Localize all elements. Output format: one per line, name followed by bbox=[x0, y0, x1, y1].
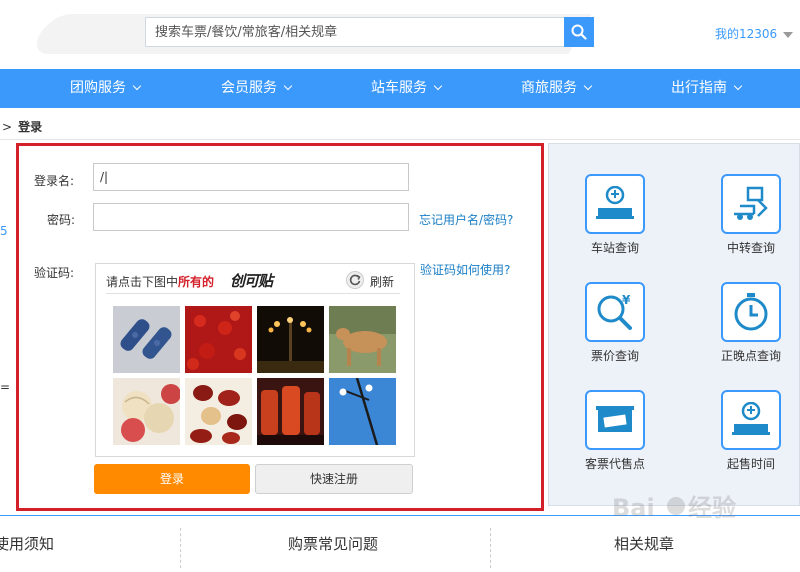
captcha-tile-street-lamp-sky[interactable] bbox=[329, 378, 396, 445]
service-label: 车站查询 bbox=[590, 241, 639, 255]
password-field[interactable] bbox=[93, 203, 409, 231]
captcha-box: 请点击下图中所有的 创可贴 刷新 bbox=[95, 263, 415, 457]
transfer-icon bbox=[721, 174, 781, 234]
footer-separator bbox=[490, 528, 491, 568]
main-nav: 团购服务 会员服务 站车服务 商旅服务 出行指南 bbox=[0, 69, 800, 108]
nav-item-guide[interactable]: 出行指南 bbox=[671, 69, 743, 108]
captcha-tile-bandage[interactable] bbox=[113, 306, 180, 373]
divider bbox=[0, 139, 800, 140]
quick-register-button[interactable]: 快速注册 bbox=[255, 464, 413, 494]
username-field[interactable] bbox=[93, 163, 409, 191]
search-box[interactable] bbox=[145, 17, 565, 47]
service-label: 客票代售点 bbox=[584, 457, 645, 471]
my-account-label: 我的12306 bbox=[715, 27, 778, 41]
footer-link-faq[interactable]: 购票常见问题 bbox=[288, 533, 378, 554]
breadcrumb-arrow: > bbox=[2, 120, 13, 134]
nav-label: 出行指南 bbox=[671, 80, 727, 96]
service-punctuality-query[interactable]: 正晚点查询 bbox=[711, 282, 791, 364]
sale-time-icon bbox=[721, 390, 781, 450]
nav-label: 会员服务 bbox=[221, 80, 277, 96]
nav-label: 商旅服务 bbox=[521, 80, 577, 96]
nav-item-station[interactable]: 站车服务 bbox=[371, 69, 443, 108]
service-ticket-agent[interactable]: 客票代售点 bbox=[575, 390, 655, 472]
captcha-tile-street-lamp-night[interactable] bbox=[257, 306, 324, 373]
footer-link-notice[interactable]: 使用须知 bbox=[0, 533, 54, 554]
refresh-label: 刷新 bbox=[370, 275, 395, 289]
captcha-tile-red-pepper[interactable] bbox=[185, 306, 252, 373]
chevron-down-icon bbox=[433, 81, 443, 91]
nav-item-member[interactable]: 会员服务 bbox=[221, 69, 293, 108]
search-input[interactable] bbox=[146, 18, 564, 46]
captcha-prompt-text: 请点击下图中 bbox=[106, 275, 179, 289]
forgot-password-link[interactable]: 忘记用户名/密码? bbox=[419, 211, 513, 228]
service-transfer-query[interactable]: 中转查询 bbox=[711, 174, 791, 256]
password-label: 密码: bbox=[47, 213, 76, 227]
captcha-target-word: 创可贴 bbox=[230, 272, 273, 290]
left-edge-text: 5 bbox=[0, 224, 8, 238]
footer-separator bbox=[180, 528, 181, 568]
captcha-help-link[interactable]: 验证码如何使用? bbox=[420, 261, 510, 278]
captcha-tile-chili-jars[interactable] bbox=[257, 378, 324, 445]
captcha-label: 验证码: bbox=[34, 266, 75, 280]
captcha-tile-goat[interactable] bbox=[329, 306, 396, 373]
left-edge-text: = bbox=[0, 380, 11, 394]
fare-search-icon: ¥ bbox=[585, 282, 645, 342]
login-form: 登录名: 密码: 忘记用户名/密码? 验证码: 验证码如何使用? 请点击下图中所… bbox=[16, 143, 544, 511]
ticket-agent-icon bbox=[585, 390, 645, 450]
password-input[interactable] bbox=[94, 204, 408, 230]
breadcrumb-current: 登录 bbox=[18, 120, 43, 134]
nav-item-group-buy[interactable]: 团购服务 bbox=[70, 69, 142, 108]
search-button[interactable] bbox=[564, 17, 594, 47]
captcha-tile-yarn[interactable] bbox=[113, 378, 180, 445]
captcha-prompt: 请点击下图中所有的 bbox=[106, 273, 214, 290]
chevron-down-icon bbox=[783, 31, 794, 38]
clock-icon bbox=[721, 282, 781, 342]
service-fare-query[interactable]: ¥ 票价查询 bbox=[575, 282, 655, 364]
service-label: 正晚点查询 bbox=[720, 349, 781, 363]
captcha-refresh-button[interactable]: 刷新 bbox=[346, 270, 406, 292]
chevron-down-icon bbox=[733, 81, 743, 91]
username-label: 登录名: bbox=[34, 174, 75, 188]
chevron-down-icon bbox=[583, 81, 593, 91]
nav-label: 站车服务 bbox=[371, 80, 427, 96]
svg-text:经验: 经验 bbox=[688, 494, 736, 522]
service-label: 中转查询 bbox=[726, 241, 775, 255]
nav-item-business[interactable]: 商旅服务 bbox=[521, 69, 593, 108]
footer-link-rules[interactable]: 相关规章 bbox=[614, 533, 674, 554]
nav-label: 团购服务 bbox=[70, 80, 126, 96]
captcha-prompt-emphasis: 所有的 bbox=[178, 275, 215, 289]
breadcrumb: > 登录 bbox=[2, 118, 42, 135]
refresh-icon bbox=[346, 271, 364, 289]
chevron-down-icon bbox=[283, 81, 293, 91]
service-label: 起售时间 bbox=[726, 457, 775, 471]
my-account-menu[interactable]: 我的12306 bbox=[715, 25, 794, 42]
svg-text:Bai: Bai bbox=[612, 494, 655, 522]
svg-text:¥: ¥ bbox=[622, 293, 631, 307]
station-icon bbox=[585, 174, 645, 234]
service-label: 票价查询 bbox=[590, 349, 639, 363]
service-sale-time[interactable]: 起售时间 bbox=[711, 390, 791, 472]
login-button[interactable]: 登录 bbox=[94, 464, 250, 494]
captcha-header: 请点击下图中所有的 创可贴 刷新 bbox=[106, 270, 400, 294]
service-panel: 车站查询 中转查询 ¥ 票价查询 正晚点查询 客票代售点 起售时间 bbox=[548, 143, 800, 506]
username-input[interactable] bbox=[94, 164, 408, 190]
chevron-down-icon bbox=[132, 81, 142, 91]
search-icon bbox=[571, 24, 587, 40]
captcha-tile-red-dates[interactable] bbox=[185, 378, 252, 445]
watermark-logo: Bai 经验 bbox=[612, 488, 762, 528]
service-station-query[interactable]: 车站查询 bbox=[575, 174, 655, 256]
